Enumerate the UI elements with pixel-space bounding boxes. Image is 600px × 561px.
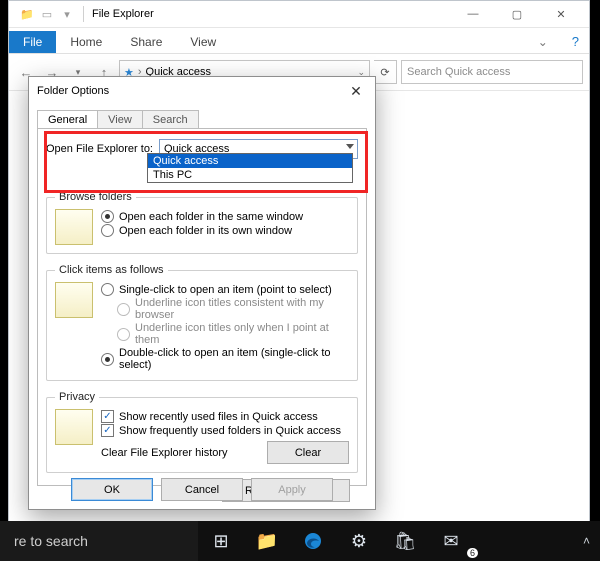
maximize-button[interactable]: ▢ xyxy=(495,1,539,27)
taskbar-search[interactable]: re to search xyxy=(0,521,198,561)
dialog-close-button[interactable]: ✕ xyxy=(345,80,367,102)
checkbox-icon xyxy=(101,424,114,437)
radio-underline-point: Underline icon titles only when I point … xyxy=(117,322,349,346)
cancel-button[interactable]: Cancel xyxy=(161,478,243,501)
clear-history-label: Clear File Explorer history xyxy=(101,447,228,459)
click-items-icon xyxy=(55,282,93,318)
qat-dropdown-icon[interactable]: ▾ xyxy=(59,6,75,22)
search-placeholder: Search Quick access xyxy=(407,66,510,78)
radio-double-click[interactable]: Double-click to open an item (single-cli… xyxy=(101,347,349,371)
ok-button[interactable]: OK xyxy=(71,478,153,501)
doc-icon: ▭ xyxy=(39,6,55,22)
browse-folders-legend: Browse folders xyxy=(55,191,136,203)
help-icon[interactable]: ? xyxy=(562,30,589,53)
privacy-legend: Privacy xyxy=(55,391,99,403)
click-items-legend: Click items as follows xyxy=(55,264,168,276)
file-explorer-taskbar-icon[interactable]: 📁 xyxy=(244,521,290,561)
checkbox-frequent-folders[interactable]: Show frequently used folders in Quick ac… xyxy=(101,424,349,437)
checkbox-icon xyxy=(101,410,114,423)
tab-general[interactable]: General xyxy=(37,110,98,129)
radio-icon xyxy=(101,210,114,223)
radio-same-window[interactable]: Open each folder in the same window xyxy=(101,210,349,223)
clear-button[interactable]: Clear xyxy=(267,441,349,464)
radio-icon xyxy=(101,353,114,366)
privacy-icon xyxy=(55,409,93,445)
folder-icon: 📁 xyxy=(19,6,35,22)
search-input[interactable]: Search Quick access xyxy=(401,60,583,84)
minimize-button[interactable]: — xyxy=(451,1,495,27)
radio-underline-browser: Underline icon titles consistent with my… xyxy=(117,297,349,321)
checkbox-recent-files[interactable]: Show recently used files in Quick access xyxy=(101,410,349,423)
option-this-pc[interactable]: This PC xyxy=(148,168,352,182)
dialog-title: Folder Options xyxy=(37,85,109,97)
taskbar: re to search ⊞ 📁 ⚙ 🛍 ✉ ˄ xyxy=(0,521,600,561)
chevron-down-icon xyxy=(346,144,354,149)
open-explorer-to-label: Open File Explorer to: xyxy=(46,143,153,155)
click-items-group: Click items as follows Single-click to o… xyxy=(46,264,358,381)
ribbon-collapse-icon[interactable]: ⌄ xyxy=(524,31,562,53)
share-tab[interactable]: Share xyxy=(116,31,176,53)
settings-icon[interactable]: ⚙ xyxy=(336,521,382,561)
file-tab[interactable]: File xyxy=(9,31,56,53)
close-button[interactable]: ✕ xyxy=(539,1,583,27)
browse-folders-icon xyxy=(55,209,93,245)
mail-icon[interactable]: ✉ xyxy=(428,521,474,561)
folder-options-dialog: Folder Options ✕ General View Search Ope… xyxy=(28,76,376,510)
tab-search[interactable]: Search xyxy=(142,110,199,129)
privacy-group: Privacy Show recently used files in Quic… xyxy=(46,391,358,473)
task-view-icon[interactable]: ⊞ xyxy=(198,521,244,561)
dialog-body: Open File Explorer to: Quick access Quic… xyxy=(37,128,367,486)
store-icon[interactable]: 🛍 xyxy=(382,521,428,561)
radio-icon xyxy=(101,283,114,296)
open-explorer-to-dropdown: Quick access This PC xyxy=(147,153,353,183)
home-tab[interactable]: Home xyxy=(56,31,116,53)
radio-own-window[interactable]: Open each folder in its own window xyxy=(101,224,349,237)
tray-chevron-icon[interactable]: ˄ xyxy=(583,534,590,548)
ribbon: File Home Share View ⌄ ? xyxy=(9,28,589,54)
radio-single-click[interactable]: Single-click to open an item (point to s… xyxy=(101,283,349,296)
window-title: File Explorer xyxy=(92,8,154,20)
radio-icon xyxy=(101,224,114,237)
tab-view[interactable]: View xyxy=(97,110,143,129)
view-tab[interactable]: View xyxy=(176,31,230,53)
apply-button[interactable]: Apply xyxy=(251,478,333,501)
option-quick-access[interactable]: Quick access xyxy=(148,154,352,168)
radio-icon xyxy=(117,328,130,341)
browse-folders-group: Browse folders Open each folder in the s… xyxy=(46,191,358,254)
refresh-button[interactable]: ⟳ xyxy=(374,60,397,84)
titlebar: 📁 ▭ ▾ File Explorer — ▢ ✕ xyxy=(9,1,589,28)
edge-icon[interactable] xyxy=(290,521,336,561)
radio-icon xyxy=(117,303,130,316)
